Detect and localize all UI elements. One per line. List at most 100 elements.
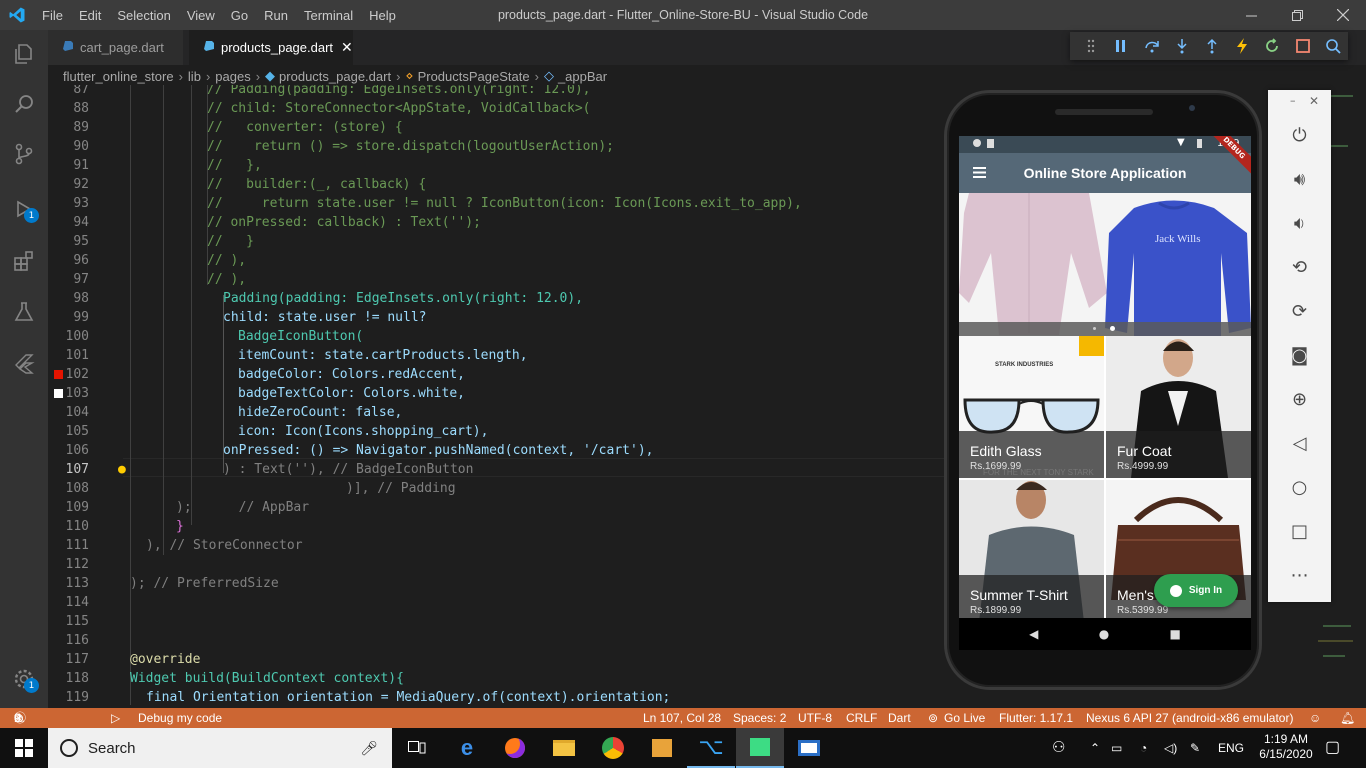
task-view-icon[interactable] [393,728,441,768]
breadcrumb-item[interactable]: ProductsPageState [418,69,530,84]
restart-icon[interactable] [1257,32,1287,60]
explorer-icon[interactable] [0,30,48,78]
zoom-icon[interactable]: ⊕ [1268,384,1331,414]
overview-icon[interactable]: □ [1268,516,1331,546]
code-line: 119 final Orientation orientation = Media… [65,690,671,705]
step-out-icon[interactable] [1197,32,1227,60]
taskbar-search[interactable]: Search 🎤︎ [48,728,392,768]
recents-nav-icon[interactable]: ■ [1170,627,1181,641]
account-circle-icon [1169,584,1182,597]
media-player-icon[interactable] [638,728,686,768]
menu-go[interactable]: Go [223,8,256,23]
pause-icon[interactable] [1106,32,1136,60]
carousel-dots [959,322,1251,336]
people-icon[interactable]: ⚇ [1052,728,1065,768]
carousel-dot-active[interactable] [1110,326,1115,331]
chrome-icon[interactable] [589,728,637,768]
menu-selection[interactable]: Selection [109,8,178,23]
image-carousel[interactable]: Jack Wills [959,193,1251,336]
search-icon[interactable] [0,80,48,128]
feedback-icon[interactable]: ☺ [1309,708,1321,728]
volume-up-icon[interactable]: 🔊︎ [1268,164,1331,194]
rotate-left-icon[interactable]: ⟲ [1268,252,1331,282]
sign-in-button[interactable]: Sign In [1154,574,1238,607]
notifications-bell-icon[interactable]: 🔔︎ [1340,708,1355,728]
back-icon[interactable]: ◁ [1268,428,1331,458]
devtools-inspect-icon[interactable] [1318,32,1348,60]
edge-browser-icon[interactable]: e [443,728,491,768]
menu-terminal[interactable]: Terminal [296,8,361,23]
debug-config[interactable]: Debug my code [138,708,222,728]
volume-down-icon[interactable]: 🔉︎ [1268,208,1331,238]
menu-help[interactable]: Help [361,8,404,23]
close-window-button[interactable] [1320,0,1366,30]
breadcrumb-item[interactable]: flutter_online_store [63,69,174,84]
menu-edit[interactable]: Edit [71,8,109,23]
close-emulator-icon[interactable]: ✕ [1309,94,1319,108]
tab-products-page[interactable]: products_page.dart ✕ [189,30,353,65]
breadcrumb-item[interactable]: lib [188,69,201,84]
clock[interactable]: 1:19 AM 6/15/2020 [1258,732,1314,768]
product-card-summer-tshirt[interactable]: Summer T-Shirt Rs.1899.99 [959,480,1104,622]
firefox-icon[interactable] [491,728,539,768]
close-tab-icon[interactable]: ✕ [341,39,353,56]
camera-icon[interactable]: ◙ [1268,340,1331,370]
tray-expand-icon[interactable]: ⌃ [1090,728,1100,768]
flutter-version[interactable]: Flutter: 1.17.1 [999,708,1073,728]
go-live[interactable]: Go Live [944,708,985,728]
restore-button[interactable] [1274,0,1320,30]
app-window-icon[interactable] [785,728,833,768]
tab-cart-page[interactable]: cart_page.dart [48,30,183,65]
more-options-icon[interactable]: ⋯ [1268,560,1331,590]
action-center-icon[interactable]: ▢ [1325,728,1340,768]
step-over-icon[interactable] [1136,32,1166,60]
emulator-taskbar-icon[interactable] [736,728,784,768]
breadcrumb-item[interactable]: products_page.dart [279,69,391,84]
drag-handle-icon[interactable] [1076,32,1106,60]
minimize-button[interactable] [1228,0,1274,30]
settings-gear-icon[interactable]: 1 [0,655,48,703]
windows-start-icon[interactable] [0,728,48,768]
run-debug-icon[interactable]: 1 [0,185,48,233]
emulator-screen[interactable]: ▼ 1:19 Online Store Application DEBUG Ja… [959,136,1251,650]
cursor-position[interactable]: Ln 107, Col 28 [643,708,721,728]
flutter-icon[interactable] [0,340,48,388]
menu-view[interactable]: View [179,8,223,23]
encoding[interactable]: UTF-8 [798,708,832,728]
menu-file[interactable]: File [34,8,71,23]
vscode-taskbar-icon[interactable]: ⌥ [687,728,735,768]
language-mode[interactable]: Dart [888,708,911,728]
back-nav-icon[interactable]: ◀ [1029,627,1038,641]
step-into-icon[interactable] [1167,32,1197,60]
carousel-dot[interactable] [1093,327,1096,330]
debug-play-icon[interactable]: ▷ [111,708,120,728]
rotate-right-icon[interactable]: ⟳ [1268,296,1331,326]
line-ending[interactable]: CRLF [846,708,877,728]
network-icon[interactable]: ◔ [1140,728,1147,768]
testing-flask-icon[interactable] [0,288,48,336]
home-icon[interactable]: ○ [1268,472,1331,502]
microphone-icon[interactable]: 🎤︎ [360,740,378,757]
product-card-fur-coat[interactable]: Fur Coat Rs.4999.99 [1106,336,1251,478]
stop-icon[interactable] [1288,32,1318,60]
home-nav-icon[interactable]: ● [1099,627,1109,641]
product-card-edith-glass[interactable]: STARK INDUSTRIES Edith Glass Rs.1699.99 … [959,336,1104,478]
android-status-bar: ▼ 1:19 [959,136,1251,153]
breadcrumb-item[interactable]: pages [215,69,250,84]
file-explorer-icon[interactable] [540,728,588,768]
source-control-icon[interactable] [0,130,48,178]
indentation[interactable]: Spaces: 2 [733,708,786,728]
extensions-icon[interactable] [0,237,48,285]
pen-icon[interactable]: ✎ [1190,728,1200,768]
breadcrumb-item[interactable]: _appBar [558,69,607,84]
lightbulb-icon[interactable]: ● [118,460,126,479]
device-selector[interactable]: Nexus 6 API 27 (android-x86 emulator) [1086,708,1293,728]
menu-run[interactable]: Run [256,8,296,23]
minimize-emulator-icon[interactable]: – [1290,94,1296,107]
volume-icon[interactable]: ◁) [1164,728,1177,768]
vscode-logo-icon[interactable] [0,0,34,30]
hot-reload-icon[interactable] [1227,32,1257,60]
battery-tray-icon[interactable]: ▭ [1111,728,1122,768]
power-icon[interactable]: ⏻ [1268,120,1331,150]
language-indicator[interactable]: ENG [1218,728,1244,768]
